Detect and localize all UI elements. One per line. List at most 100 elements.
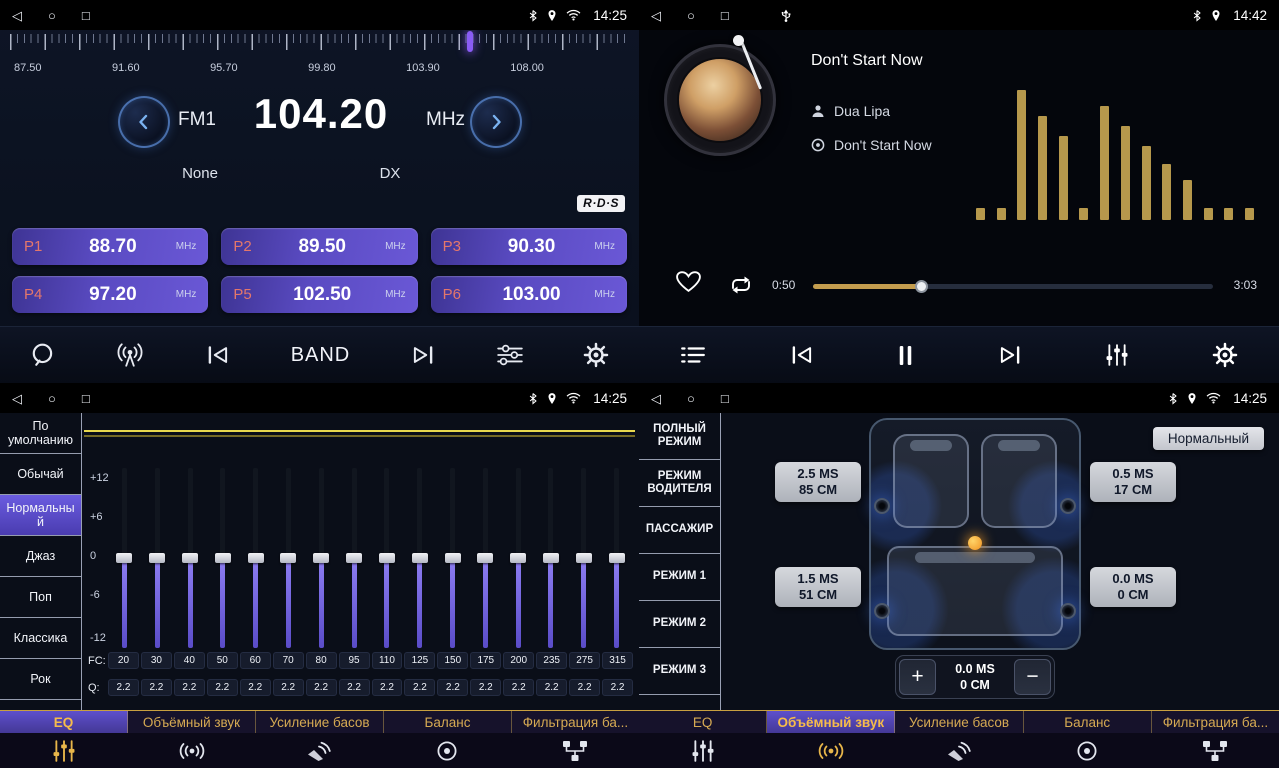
balance-tab-icon-button[interactable]	[1023, 733, 1151, 768]
band-button[interactable]: BAND	[291, 344, 351, 367]
previous-track-button[interactable]	[789, 345, 815, 365]
eq-band-slider[interactable]	[411, 468, 429, 648]
preset-button[interactable]: P1 88.70 MHz	[12, 228, 208, 265]
front-left-delay-button[interactable]: 2.5 MS 85 СМ	[775, 462, 861, 502]
eq-slider-handle[interactable]	[510, 553, 526, 563]
tab-balance[interactable]: Баланс	[384, 711, 512, 733]
eq-band-slider[interactable]	[542, 468, 560, 648]
eq-band-slider[interactable]	[575, 468, 593, 648]
home-button[interactable]: ○	[48, 392, 56, 405]
tab-bass-boost[interactable]: Усиление басов	[256, 711, 384, 733]
back-button[interactable]: ◁	[12, 392, 22, 405]
eq-slider-handle[interactable]	[313, 553, 329, 563]
mode-2[interactable]: РЕЖИМ 2	[639, 601, 720, 648]
eq-band-slider[interactable]	[476, 468, 494, 648]
home-button[interactable]: ○	[48, 9, 56, 22]
balance-tab-icon-button[interactable]	[383, 733, 511, 768]
eq-slider-handle[interactable]	[346, 553, 362, 563]
eq-slider-handle[interactable]	[248, 553, 264, 563]
eq-band-slider[interactable]	[214, 468, 232, 648]
tune-up-button[interactable]	[470, 96, 522, 148]
recents-button[interactable]: □	[721, 9, 729, 22]
increase-delay-button[interactable]: +	[899, 659, 936, 695]
eq-preset-classic[interactable]: Классика	[0, 618, 81, 659]
playlist-button[interactable]	[680, 345, 706, 365]
home-button[interactable]: ○	[687, 9, 695, 22]
recents-button[interactable]: □	[721, 392, 729, 405]
eq-slider-handle[interactable]	[182, 553, 198, 563]
audio-settings-button[interactable]	[496, 344, 524, 366]
broadcast-button[interactable]	[115, 342, 145, 368]
tab-surround[interactable]: Объёмный звук	[767, 711, 895, 733]
tab-bass-boost[interactable]: Усиление басов	[895, 711, 1023, 733]
eq-preset-rock[interactable]: Рок	[0, 659, 81, 700]
next-station-button[interactable]	[410, 345, 436, 365]
tab-filter[interactable]: Фильтрация ба...	[1152, 711, 1279, 733]
tab-balance[interactable]: Баланс	[1024, 711, 1152, 733]
mode-driver[interactable]: РЕЖИМ ВОДИТЕЛЯ	[639, 460, 720, 507]
tab-eq[interactable]: EQ	[0, 711, 128, 733]
scan-button[interactable]	[30, 342, 56, 368]
frequency-scale-major-ticks[interactable]	[10, 34, 629, 50]
decrease-delay-button[interactable]: −	[1014, 659, 1051, 695]
rear-right-delay-button[interactable]: 0.0 MS 0 СМ	[1090, 567, 1176, 607]
previous-station-button[interactable]	[205, 345, 231, 365]
settings-button[interactable]	[583, 342, 609, 368]
eq-band-slider[interactable]	[509, 468, 527, 648]
front-right-speaker-icon[interactable]	[1060, 498, 1076, 514]
eq-slider-handle[interactable]	[215, 553, 231, 563]
eq-band-slider[interactable]	[247, 468, 265, 648]
mode-full[interactable]: ПОЛНЫЙ РЕЖИМ	[639, 413, 720, 460]
tuning-indicator[interactable]	[467, 31, 473, 52]
eq-band-slider[interactable]	[444, 468, 462, 648]
mode-3[interactable]: РЕЖИМ 3	[639, 648, 720, 695]
eq-preset-default[interactable]: По умолчанию	[0, 413, 81, 454]
tab-filter[interactable]: Фильтрация ба...	[512, 711, 639, 733]
album-art[interactable]	[664, 44, 776, 156]
eq-preset-jazz[interactable]: Джаз	[0, 536, 81, 577]
preset-button[interactable]: P5 102.50 MHz	[221, 276, 417, 313]
tab-eq[interactable]: EQ	[639, 711, 767, 733]
eq-slider-handle[interactable]	[477, 553, 493, 563]
bass-boost-tab-icon-button[interactable]	[895, 733, 1023, 768]
recents-button[interactable]: □	[82, 392, 90, 405]
surround-tab-icon-button[interactable]	[128, 733, 256, 768]
back-button[interactable]: ◁	[651, 392, 661, 405]
back-button[interactable]: ◁	[651, 9, 661, 22]
eq-band-slider[interactable]	[279, 468, 297, 648]
surround-tab-icon-button[interactable]	[767, 733, 895, 768]
tab-surround[interactable]: Объёмный звук	[128, 711, 256, 733]
eq-band-slider[interactable]	[148, 468, 166, 648]
front-right-delay-button[interactable]: 0.5 MS 17 СМ	[1090, 462, 1176, 502]
eq-preset-normal[interactable]: Нормальный	[0, 495, 81, 536]
preset-button[interactable]: P3 90.30 MHz	[431, 228, 627, 265]
eq-tab-icon-button[interactable]	[0, 733, 128, 768]
eq-band-slider[interactable]	[115, 468, 133, 648]
eq-slider-handle[interactable]	[609, 553, 625, 563]
tune-down-button[interactable]	[118, 96, 170, 148]
preset-button[interactable]: P4 97.20 MHz	[12, 276, 208, 313]
home-button[interactable]: ○	[687, 392, 695, 405]
eq-preset-pop[interactable]: Поп	[0, 577, 81, 618]
eq-slider-handle[interactable]	[576, 553, 592, 563]
eq-band-slider[interactable]	[378, 468, 396, 648]
mode-passenger[interactable]: ПАССАЖИР	[639, 507, 720, 554]
next-track-button[interactable]	[997, 345, 1023, 365]
eq-slider-handle[interactable]	[149, 553, 165, 563]
back-button[interactable]: ◁	[12, 9, 22, 22]
preset-button[interactable]: P6 103.00 MHz	[431, 276, 627, 313]
eq-band-slider[interactable]	[181, 468, 199, 648]
preset-button[interactable]: P2 89.50 MHz	[221, 228, 417, 265]
sound-profile-button[interactable]: Нормальный	[1153, 427, 1264, 450]
eq-preset-custom[interactable]: Обычай	[0, 454, 81, 495]
eq-slider-handle[interactable]	[412, 553, 428, 563]
equalizer-button[interactable]	[1105, 343, 1129, 367]
eq-slider-handle[interactable]	[379, 553, 395, 563]
front-left-speaker-icon[interactable]	[874, 498, 890, 514]
filter-tab-icon-button[interactable]	[1151, 733, 1279, 768]
eq-slider-handle[interactable]	[280, 553, 296, 563]
rear-left-delay-button[interactable]: 1.5 MS 51 СМ	[775, 567, 861, 607]
eq-slider-handle[interactable]	[543, 553, 559, 563]
pause-button[interactable]	[897, 345, 914, 366]
progress-handle[interactable]	[915, 280, 928, 293]
